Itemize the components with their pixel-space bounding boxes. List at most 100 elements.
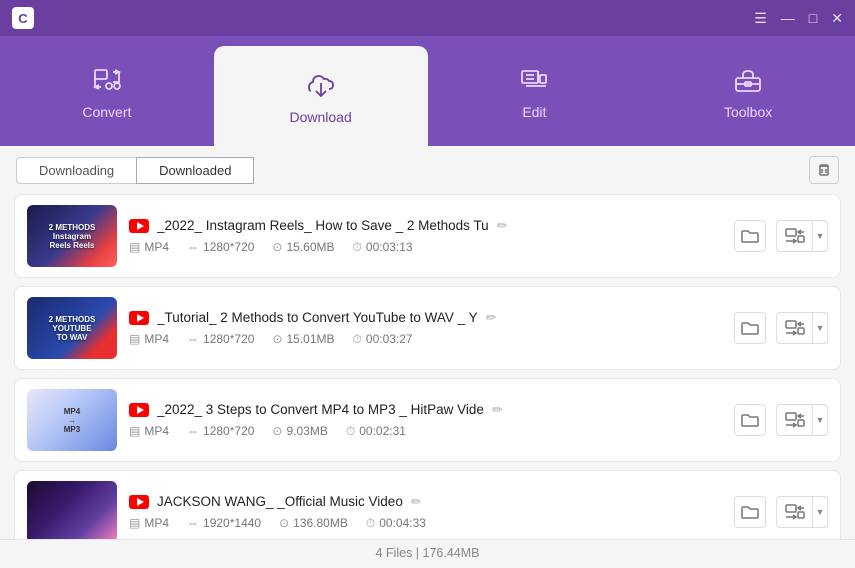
convert-dropdown-button[interactable]: ▼ [812,312,828,344]
size-icon: ⊙ [272,424,282,438]
open-folder-button[interactable] [734,312,766,344]
file-title: JACKSON WANG_ _Official Music Video [157,494,403,509]
file-info: JACKSON WANG_ _Official Music Video ✏ ▤MP4… [129,494,722,531]
thumbnail-text: 2 METHODSYOUTUBETO WAV [27,297,117,359]
convert-icon [89,62,125,98]
file-thumbnail: MP4→MP3 [27,389,117,451]
edit-title-icon[interactable]: ✏ [497,218,508,234]
meta-resolution: ⇔ 1280*720 [187,424,254,438]
open-folder-button[interactable] [734,404,766,436]
meta-duration: ⏱ 00:03:27 [353,332,413,347]
resolution-icon: ⇔ [187,516,199,530]
convert-main-button[interactable] [776,404,812,436]
file-item: JACKSON WANG_ _Official Music Video ✏ ▤MP4… [14,470,841,539]
nav-toolbox[interactable]: Toolbox [641,36,855,146]
file-thumbnail [27,481,117,539]
subtabs-row: Downloading Downloaded [0,146,855,194]
youtube-icon [129,495,149,509]
open-folder-button[interactable] [734,496,766,528]
file-item: 2 METHODSInstagramReels Reels _2022_ Inst… [14,194,841,278]
file-item: 2 METHODSYOUTUBETO WAV_Tutorial_ 2 Metho… [14,286,841,370]
format-value: MP4 [144,424,169,438]
hamburger-icon[interactable]: ☰ [754,10,767,27]
youtube-icon [129,311,149,325]
resolution-value: 1280*720 [203,424,254,438]
duration-value: 00:02:31 [359,424,406,438]
size-icon: ⊙ [272,332,282,346]
format-icon: ▤ [129,332,140,346]
resolution-value: 1920*1440 [203,516,261,530]
file-actions: ▼ [734,312,828,344]
file-list: 2 METHODSInstagramReels Reels _2022_ Inst… [0,194,855,539]
convert-main-button[interactable] [776,496,812,528]
thumbnail-text: MP4→MP3 [27,389,117,451]
delete-all-button[interactable] [809,156,839,184]
meta-format: ▤MP4 [129,516,169,530]
nav-toolbox-label: Toolbox [724,104,772,120]
convert-main-button[interactable] [776,312,812,344]
edit-title-icon[interactable]: ✏ [486,310,497,326]
duration-value: 00:03:27 [366,332,413,346]
convert-dropdown-button[interactable]: ▼ [812,220,828,252]
resolution-value: 1280*720 [203,240,254,254]
maximize-button[interactable]: □ [809,10,817,26]
meta-format: ▤ MP4 [129,424,169,438]
convert-main-button[interactable] [776,220,812,252]
download-icon [303,67,339,103]
navbar: Convert Download Edit [0,36,855,146]
titlebar: C ☰ — □ ✕ [0,0,855,36]
size-icon: ⊙ [272,240,282,254]
duration-value: 00:03:13 [366,240,413,254]
duration-icon: ⏱ [366,516,375,531]
file-actions: ▼ [734,496,828,528]
nav-convert-label: Convert [82,104,131,120]
resolution-icon: ⇔ [187,424,199,438]
footer-text: 4 Files | 176.44MB [376,546,480,560]
nav-edit[interactable]: Edit [428,36,642,146]
meta-duration: ⏱ 00:03:13 [353,240,413,255]
file-item: MP4→MP3_2022_ 3 Steps to Convert MP4 to … [14,378,841,462]
window-controls: ☰ — □ ✕ [754,10,843,27]
file-thumbnail: 2 METHODSYOUTUBETO WAV [27,297,117,359]
minimize-button[interactable]: — [781,10,795,26]
meta-format: ▤ MP4 [129,332,169,346]
format-value: MP4 [144,332,169,346]
format-value: MP4 [144,516,169,530]
edit-title-icon[interactable]: ✏ [492,402,503,418]
duration-icon: ⏱ [353,332,362,347]
content-area: Downloading Downloaded 2 METHODSInstagra… [0,146,855,568]
convert-button-group: ▼ [776,312,828,344]
file-info: _2022_ Instagram Reels_ How to Save _ 2 … [129,218,722,255]
size-icon: ⊙ [279,516,289,530]
resolution-icon: ⇔ [187,332,199,346]
convert-dropdown-button[interactable]: ▼ [812,404,828,436]
thumbnail-text: 2 METHODSInstagramReels Reels [27,205,117,267]
size-value: 9.03MB [286,424,327,438]
tab-downloading[interactable]: Downloading [16,157,136,184]
duration-value: 00:04:33 [379,516,426,530]
meta-resolution: ⇔1280*720 [187,240,254,254]
convert-button-group: ▼ [776,220,828,252]
duration-icon: ⏱ [346,424,355,439]
close-button[interactable]: ✕ [831,10,843,27]
size-value: 15.01MB [286,332,334,346]
convert-button-group: ▼ [776,496,828,528]
format-value: MP4 [144,240,169,254]
meta-size: ⊙ 9.03MB [272,424,327,438]
format-icon: ▤ [129,424,140,438]
footer: 4 Files | 176.44MB [0,539,855,568]
convert-dropdown-button[interactable]: ▼ [812,496,828,528]
file-actions: ▼ [734,404,828,436]
nav-convert[interactable]: Convert [0,36,214,146]
meta-size: ⊙15.60MB [272,240,334,254]
edit-title-icon[interactable]: ✏ [411,494,422,510]
file-title: _2022_ Instagram Reels_ How to Save _ 2 … [157,218,489,233]
tab-downloaded[interactable]: Downloaded [136,157,254,184]
meta-size: ⊙ 136.80MB [279,516,348,530]
size-value: 136.80MB [293,516,348,530]
open-folder-button[interactable] [734,220,766,252]
app-logo: C [12,7,34,29]
nav-download[interactable]: Download [214,46,428,146]
duration-icon: ⏱ [353,240,362,255]
meta-resolution: ⇔1280*720 [187,332,254,346]
